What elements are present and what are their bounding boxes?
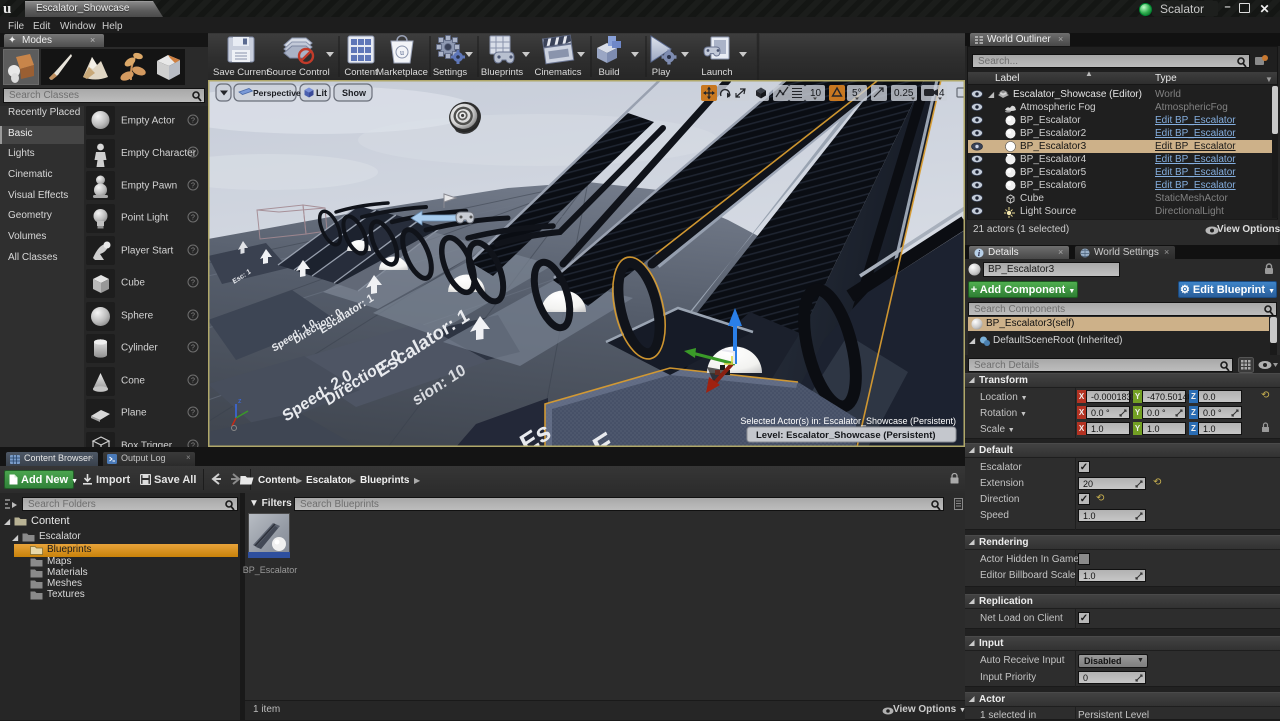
svg-text:?: ? — [191, 183, 195, 190]
svg-text:Level: Escalator_Showcase (Pe: Level: Escalator_Showcase (Persistent) — [756, 430, 936, 441]
svg-text:5°: 5° — [852, 88, 862, 99]
svg-text:Empty Character: Empty Character — [121, 148, 197, 159]
svg-text:?: ? — [191, 248, 195, 255]
svg-text:Save Current: Save Current — [213, 67, 269, 78]
svg-text:Selected Actor(s) in: Escalat: Selected Actor(s) in: Escalator_Showcase… — [740, 416, 956, 426]
svg-text:?: ? — [191, 280, 195, 287]
svg-text:?: ? — [191, 410, 195, 417]
svg-text:Cylinder: Cylinder — [121, 343, 158, 354]
svg-text:Plane: Plane — [121, 408, 147, 419]
svg-text:Source Control: Source Control — [266, 67, 329, 78]
svg-text:z: z — [238, 398, 242, 405]
svg-text:10: 10 — [810, 88, 822, 99]
svg-text:Cone: Cone — [121, 376, 145, 387]
svg-text:?: ? — [191, 378, 195, 385]
svg-text:?: ? — [191, 215, 195, 222]
svg-text:4: 4 — [939, 88, 945, 99]
svg-text:Point Light: Point Light — [121, 213, 168, 224]
svg-text:Perspective: Perspective — [253, 88, 301, 98]
svg-text:?: ? — [191, 118, 195, 125]
svg-text:Empty Pawn: Empty Pawn — [121, 181, 177, 192]
svg-text:Player Start: Player Start — [121, 246, 173, 257]
svg-text:?: ? — [191, 313, 195, 320]
svg-text:?: ? — [191, 345, 195, 352]
svg-text:u: u — [400, 48, 404, 57]
svg-text:Build: Build — [598, 67, 619, 78]
svg-text:Launch: Launch — [701, 67, 732, 78]
svg-text:Empty Actor: Empty Actor — [121, 116, 176, 127]
svg-text:Cinematics: Cinematics — [535, 67, 582, 78]
svg-text:0.25: 0.25 — [894, 88, 914, 99]
svg-text:Cube: Cube — [121, 278, 145, 289]
svg-text:Content: Content — [344, 67, 378, 78]
svg-text:Sphere: Sphere — [121, 311, 154, 322]
svg-text:Blueprints: Blueprints — [481, 67, 523, 78]
svg-text:Lit: Lit — [316, 88, 327, 98]
svg-text:Show: Show — [342, 88, 367, 98]
svg-text:Marketplace: Marketplace — [376, 67, 428, 78]
svg-text:Settings: Settings — [433, 67, 468, 78]
svg-text:Play: Play — [652, 67, 671, 78]
